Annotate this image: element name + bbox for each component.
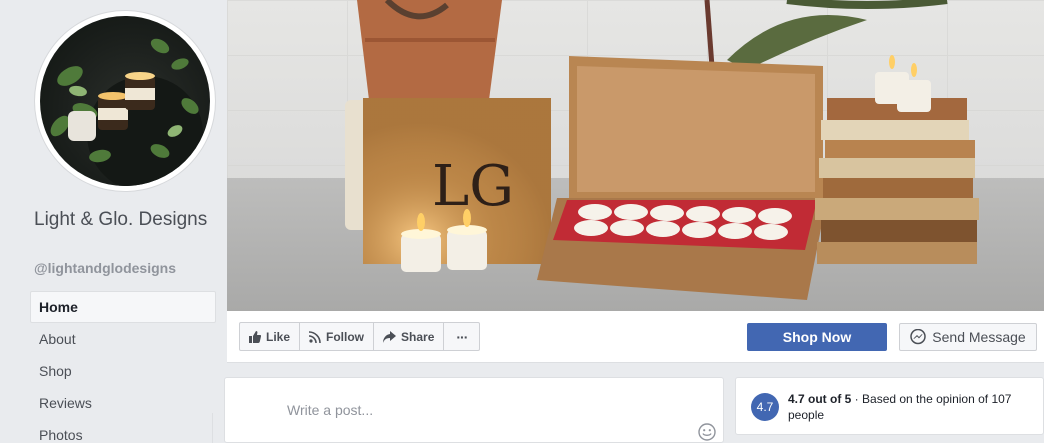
rating-score-badge: 4.7 [751,393,779,421]
share-button[interactable]: Share [374,323,445,350]
page-nav: Home About Shop Reviews Photos [30,291,216,443]
shop-now-button[interactable]: Shop Now [747,323,887,351]
rating-score-text[interactable]: 4.7 out of 5 [788,392,851,406]
emoji-icon[interactable] [698,423,716,441]
nav-item-shop[interactable]: Shop [30,355,216,387]
rating-card: 4.7 4.7 out of 5 · Based on the opinion … [735,377,1044,435]
rating-separator: · [851,392,863,406]
more-dots-icon: ··· [456,328,468,345]
like-label: Like [266,329,291,344]
page-title[interactable]: Light & Glo. Designs [34,207,214,232]
page-handle[interactable]: @lightandglodesigns [34,260,176,276]
send-message-button[interactable]: Send Message [899,323,1037,351]
avatar-image [40,16,210,186]
avatar-candles-illustration [50,38,203,186]
messenger-icon [910,329,927,345]
more-options-button[interactable]: ··· [444,323,479,350]
profile-avatar[interactable] [35,11,215,191]
nav-item-about[interactable]: About [30,323,216,355]
cover-illustration: LG [345,0,979,300]
cover-photo[interactable]: LG [227,0,1044,311]
like-button[interactable]: Like [240,323,301,350]
rss-icon [309,330,321,343]
nav-item-photos[interactable]: Photos [30,419,216,443]
thumbs-up-icon [249,330,261,343]
left-column: Light & Glo. Designs @lightandglodesigns… [0,0,222,443]
share-arrow-icon [383,330,397,343]
post-composer: Write a post... [224,377,724,443]
page-action-bar: Like Follow Share ··· Shop Now Send Mess… [227,311,1044,363]
nav-item-reviews[interactable]: Reviews [30,387,216,419]
follow-label: Follow [326,329,365,344]
box-logo-text: LG [432,154,514,219]
page-action-buttons: Like Follow Share ··· [239,322,481,351]
nav-divider [212,413,213,443]
rating-summary: 4.7 out of 5 · Based on the opinion of 1… [788,391,1033,423]
post-input[interactable]: Write a post... [287,402,373,418]
follow-button[interactable]: Follow [300,323,375,350]
share-label: Share [401,329,435,344]
nav-item-home[interactable]: Home [30,291,216,323]
send-message-label: Send Message [932,329,1026,345]
